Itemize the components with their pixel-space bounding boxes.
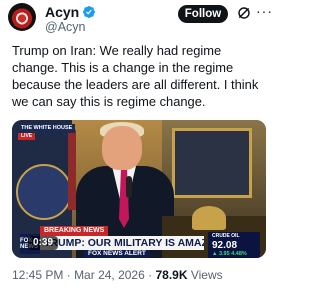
live-tag: LIVE bbox=[18, 133, 36, 140]
video-player[interactable]: THE WHITE HOUSE LIVE FOX NEWS BREAKING N… bbox=[12, 120, 266, 258]
meta-separator: · bbox=[148, 268, 153, 282]
gold-ornament bbox=[192, 206, 226, 230]
tweet-metadata: 12:45 PM · Mar 24, 2026 · 78.9K Views bbox=[12, 268, 223, 282]
author-handle[interactable]: @Acyn bbox=[45, 20, 85, 34]
white-house-tag: THE WHITE HOUSE bbox=[18, 124, 76, 133]
author-name-row: Acyn bbox=[45, 4, 96, 20]
author-name[interactable]: Acyn bbox=[45, 4, 79, 20]
portrait-frame bbox=[172, 128, 252, 198]
avatar[interactable] bbox=[8, 3, 36, 31]
follow-button[interactable]: Follow bbox=[178, 5, 228, 23]
views-count: 78.9K bbox=[155, 268, 188, 282]
headline-chyron: TRUMP: OUR MILITARY IS AMAZING bbox=[40, 236, 204, 250]
curtain bbox=[68, 130, 76, 210]
grok-icon[interactable] bbox=[236, 5, 252, 21]
post-date[interactable]: Mar 24, 2026 bbox=[74, 268, 145, 282]
ticker-value: 92.08 bbox=[212, 240, 238, 251]
views-label: Views bbox=[190, 268, 223, 282]
seal-emblem bbox=[16, 164, 72, 220]
network-alert: FOX NEWS ALERT bbox=[84, 250, 150, 258]
ticker-label: CRUDE OIL bbox=[212, 233, 240, 239]
crude-oil-ticker: CRUDE OIL 92.08 ▲ 3.95 4.48% bbox=[208, 232, 260, 258]
breaking-news-label: BREAKING NEWS bbox=[40, 226, 109, 236]
speaker-head bbox=[102, 126, 142, 170]
more-icon[interactable]: ··· bbox=[256, 3, 273, 19]
microphone bbox=[126, 176, 132, 198]
ticker-change: ▲ 3.95 4.48% bbox=[212, 251, 247, 257]
tweet-text: Trump on Iran: We really had regime chan… bbox=[12, 43, 259, 109]
meta-separator: · bbox=[66, 268, 71, 282]
video-duration: 0:39 bbox=[28, 236, 59, 250]
verified-badge-icon bbox=[83, 6, 96, 18]
tweet-header: Acyn @Acyn Follow ··· bbox=[0, 0, 278, 40]
post-time[interactable]: 12:45 PM bbox=[12, 268, 63, 282]
